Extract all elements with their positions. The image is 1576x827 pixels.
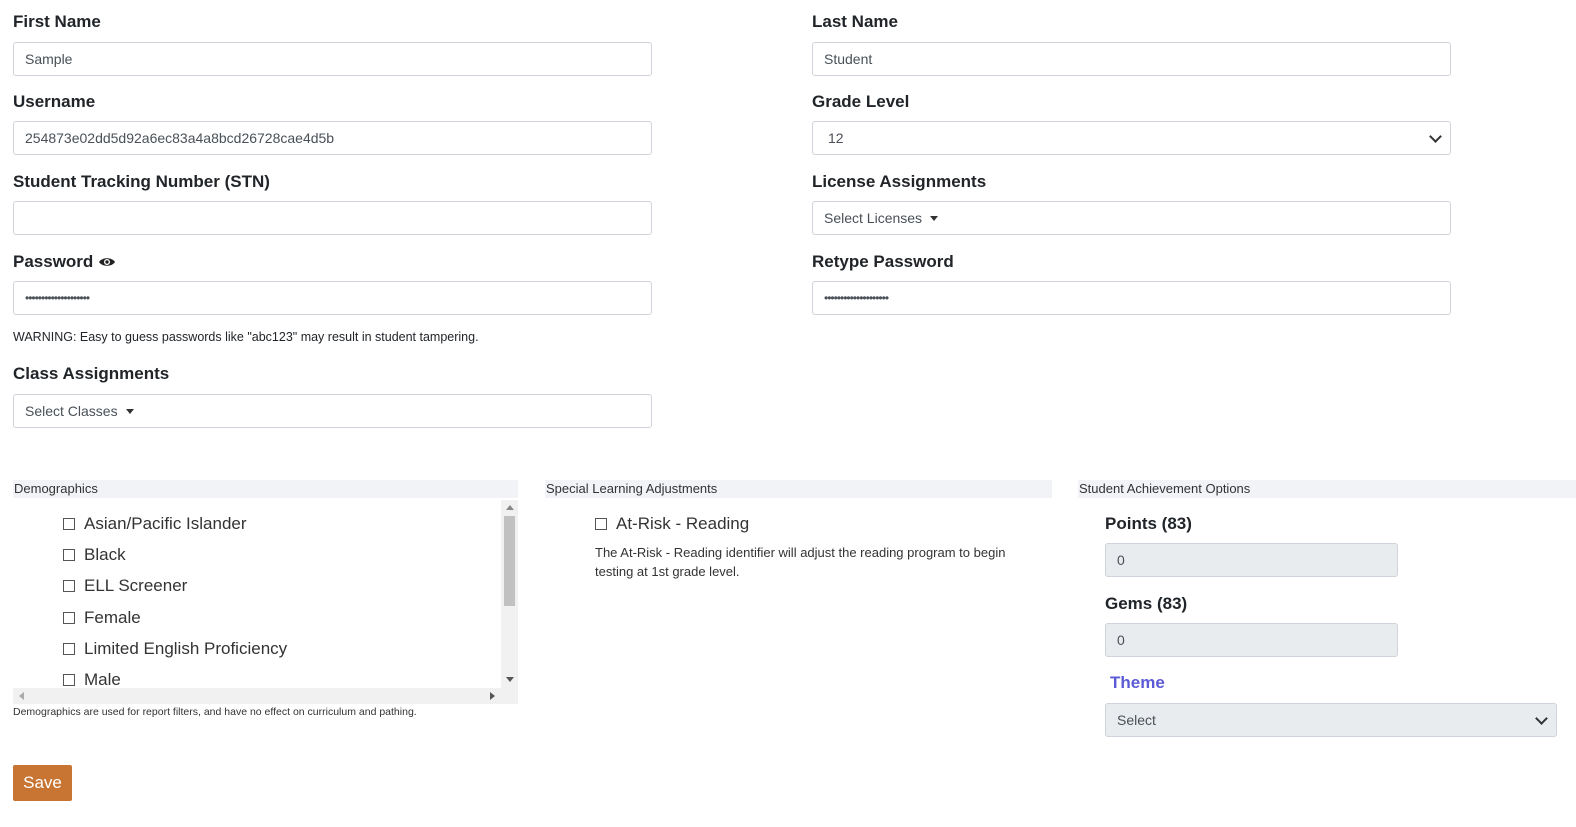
list-item-label: ELL Screener (84, 576, 188, 595)
stn-wrap (13, 201, 652, 235)
gems-label: Gems (83) (1105, 594, 1188, 613)
demographics-header: Demographics (13, 480, 518, 498)
classes-dropdown[interactable]: Select Classes (13, 394, 652, 428)
list-item[interactable]: ELL Screener (63, 576, 187, 596)
license-label: License Assignments (812, 172, 987, 191)
gems-value: 0 (1117, 632, 1125, 648)
points-label: Points (83) (1105, 514, 1192, 533)
list-item-label: Female (84, 608, 141, 627)
retype-password-dots: •••••••••••••••••••• (824, 291, 889, 305)
horizontal-scrollbar[interactable] (13, 688, 518, 704)
points-input: 0 (1105, 543, 1398, 577)
special-learning-header: Special Learning Adjustments (545, 480, 1052, 498)
checkbox[interactable] (63, 518, 75, 530)
list-item[interactable]: Male (63, 670, 121, 690)
list-item-label: Asian/Pacific Islander (84, 514, 247, 533)
theme-value: Select (1117, 712, 1156, 728)
last-name-wrap (812, 42, 1451, 76)
password-warning: WARNING: Easy to guess passwords like "a… (13, 330, 479, 344)
grade-level-value: 12 (828, 130, 844, 146)
license-dropdown-label: Select Licenses (824, 210, 923, 226)
class-assignments-label: Class Assignments (13, 364, 170, 383)
theme-select[interactable]: Select (1105, 703, 1557, 737)
scrollbar-thumb[interactable] (504, 516, 515, 606)
last-name-label: Last Name (812, 12, 898, 31)
at-risk-reading-item[interactable]: At-Risk - Reading (595, 514, 749, 534)
scroll-right-icon[interactable] (490, 692, 495, 700)
scroll-down-icon[interactable] (506, 677, 514, 682)
grade-level-select[interactable]: 12 (812, 121, 1451, 155)
at-risk-description: The At-Risk - Reading identifier will ad… (595, 545, 1006, 579)
list-item-label: Black (84, 545, 126, 564)
checkbox[interactable] (63, 549, 75, 561)
points-value: 0 (1117, 552, 1125, 568)
checkbox[interactable] (595, 518, 607, 530)
theme-label[interactable]: Theme (1110, 673, 1165, 693)
save-button[interactable]: Save (13, 765, 72, 801)
list-item[interactable]: Black (63, 545, 126, 565)
username-wrap (13, 121, 652, 155)
scroll-up-icon[interactable] (506, 505, 514, 510)
caret-down-icon (125, 408, 134, 414)
scroll-left-icon[interactable] (19, 692, 24, 700)
list-item-label: Male (84, 670, 121, 689)
classes-dropdown-label: Select Classes (25, 403, 118, 419)
demographics-list[interactable]: Asian/Pacific Islander Black ELL Screene… (13, 500, 518, 704)
eye-icon[interactable] (98, 256, 116, 268)
password-label: Password (13, 252, 94, 271)
chevron-down-icon (1535, 712, 1548, 725)
caret-down-icon (930, 215, 939, 221)
checkbox[interactable] (63, 674, 75, 686)
grade-level-label: Grade Level (812, 92, 910, 111)
list-item-label: Limited English Proficiency (84, 639, 288, 658)
demographics-note: Demographics are used for report filters… (13, 706, 417, 718)
vertical-scrollbar[interactable] (501, 500, 518, 688)
retype-password-input[interactable]: •••••••••••••••••••• (812, 281, 1451, 315)
username-label: Username (13, 92, 96, 111)
achievement-header: Student Achievement Options (1078, 480, 1576, 498)
password-dots: •••••••••••••••••••• (25, 291, 90, 305)
at-risk-reading-label: At-Risk - Reading (616, 514, 750, 533)
first-name-label: First Name (13, 12, 101, 31)
gems-input: 0 (1105, 623, 1398, 657)
username-input[interactable] (13, 121, 652, 155)
stn-label: Student Tracking Number (STN) (13, 172, 270, 191)
license-dropdown[interactable]: Select Licenses (812, 201, 1451, 235)
list-item[interactable]: Asian/Pacific Islander (63, 514, 247, 534)
stn-input[interactable] (13, 201, 652, 235)
retype-password-label: Retype Password (812, 252, 954, 271)
chevron-down-icon (1429, 130, 1442, 143)
last-name-input[interactable] (812, 42, 1451, 76)
checkbox[interactable] (63, 580, 75, 592)
password-input[interactable]: •••••••••••••••••••• (13, 281, 652, 315)
list-item[interactable]: Female (63, 608, 141, 628)
password-label-wrap: Password (13, 252, 116, 272)
list-item[interactable]: Limited English Proficiency (63, 639, 287, 659)
first-name-wrap (13, 42, 652, 76)
checkbox[interactable] (63, 612, 75, 624)
first-name-input[interactable] (13, 42, 652, 76)
checkbox[interactable] (63, 643, 75, 655)
